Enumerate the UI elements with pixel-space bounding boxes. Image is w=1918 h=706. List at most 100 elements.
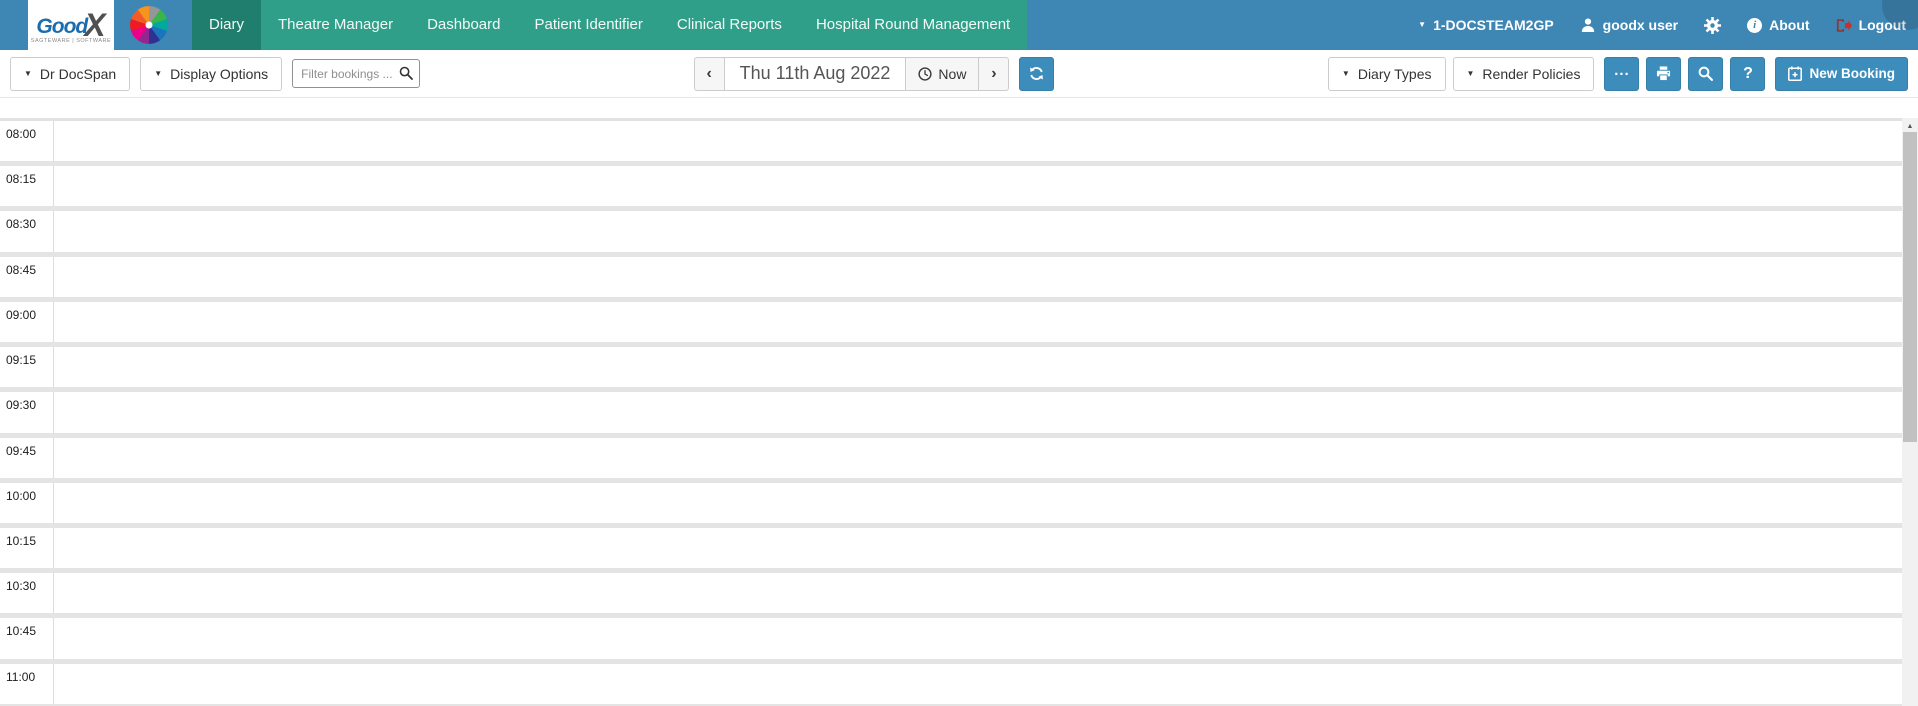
time-slot-row: 10:00	[0, 482, 1902, 528]
user-menu[interactable]: goodx user	[1580, 17, 1678, 33]
info-icon: i	[1747, 17, 1763, 33]
date-navigation: ‹ Thu 11th Aug 2022 Now ›	[693, 56, 1055, 91]
nav-item-diary[interactable]: Diary	[192, 0, 262, 50]
logout-icon	[1836, 18, 1852, 33]
booking-area[interactable]	[54, 392, 1902, 432]
ellipsis-icon: ...	[1614, 62, 1630, 79]
doctor-selector-label: Dr DocSpan	[39, 65, 117, 82]
booking-area[interactable]	[54, 618, 1902, 658]
settings-button[interactable]	[1704, 16, 1722, 34]
time-label: 08:30	[0, 211, 54, 252]
toolbar-right: ▼ Diary Types ▼ Render Policies ... ? Ne…	[1327, 56, 1908, 91]
about-button[interactable]: i About	[1747, 17, 1810, 33]
time-label: 10:00	[0, 482, 54, 523]
main-nav: Diary Theatre Manager Dashboard Patient Ide…	[192, 0, 1028, 50]
time-label: 08:15	[0, 166, 54, 207]
time-label: 09:00	[0, 301, 54, 343]
booking-area[interactable]	[54, 528, 1902, 568]
now-button[interactable]: Now	[905, 56, 980, 91]
search-icon	[399, 66, 414, 80]
time-slot-row: 08:45	[0, 256, 1902, 302]
chevron-right-icon: ›	[991, 64, 997, 82]
refresh-button[interactable]	[1019, 56, 1055, 91]
doctor-selector-button[interactable]: ▼ Dr DocSpan	[10, 56, 131, 91]
booking-area[interactable]	[54, 347, 1902, 387]
time-label: 08:45	[0, 256, 54, 297]
caret-down-icon: ▼	[154, 68, 163, 78]
search-button[interactable]	[1688, 56, 1724, 91]
current-date-label: Thu 11th Aug 2022	[739, 63, 891, 83]
new-booking-button[interactable]: New Booking	[1775, 56, 1908, 91]
toolbar-left: ▼ Dr DocSpan ▼ Display Options	[10, 56, 421, 91]
logo-text-x: X	[84, 6, 106, 43]
date-button-group: ‹ Thu 11th Aug 2022 Now ›	[693, 56, 1010, 91]
next-day-button[interactable]: ›	[978, 56, 1010, 91]
time-label: 09:30	[0, 392, 54, 433]
booking-area[interactable]	[54, 121, 1902, 161]
booking-area[interactable]	[54, 166, 1902, 206]
booking-area[interactable]	[54, 211, 1902, 251]
display-options-label: Display Options	[170, 65, 269, 82]
booking-area[interactable]	[54, 257, 1902, 297]
nav-item-hospital-round-management[interactable]: Hospital Round Management	[799, 0, 1027, 50]
display-options-button[interactable]: ▼ Display Options	[140, 56, 283, 91]
nav-item-clinical-reports[interactable]: Clinical Reports	[660, 0, 799, 50]
now-label: Now	[938, 65, 967, 82]
current-date-button[interactable]: Thu 11th Aug 2022	[723, 56, 907, 91]
time-slot-row: 08:15	[0, 166, 1902, 212]
time-slot-row: 09:45	[0, 437, 1902, 483]
diary-toolbar: ▼ Dr DocSpan ▼ Display Options ‹ Thu 11t…	[0, 50, 1918, 98]
caret-down-icon: ▼	[1466, 68, 1475, 78]
gear-icon	[1704, 16, 1722, 34]
logo-text-good: Good	[36, 14, 88, 38]
caret-down-icon: ▼	[1341, 68, 1350, 78]
time-slot-row: 10:30	[0, 573, 1902, 619]
user-icon	[1580, 17, 1596, 33]
entity-selector[interactable]: ▼ 1-DOCSTEAM2GP	[1418, 17, 1554, 33]
time-slot-row: 08:00	[0, 121, 1902, 167]
time-label: 09:15	[0, 347, 54, 388]
time-label: 09:45	[0, 437, 54, 478]
render-policies-button[interactable]: ▼ Render Policies	[1452, 56, 1595, 91]
goodx-logo[interactable]: Good X SAGTEWARE | SOFTWARE	[28, 0, 114, 50]
logo-tagline: SAGTEWARE | SOFTWARE	[30, 37, 112, 44]
previous-day-button[interactable]: ‹	[693, 56, 725, 91]
diary-types-button[interactable]: ▼ Diary Types	[1327, 56, 1446, 91]
nav-item-theatre-manager[interactable]: Theatre Manager	[261, 0, 410, 50]
time-slot-row: 10:15	[0, 527, 1902, 574]
chevron-left-icon: ‹	[706, 64, 712, 82]
time-slot-row: 09:30	[0, 392, 1902, 438]
scrollbar-thumb[interactable]	[1903, 132, 1917, 442]
vertical-scrollbar[interactable]: ▲	[1902, 118, 1918, 706]
clock-icon	[918, 66, 933, 81]
filter-bookings-field	[292, 59, 421, 88]
time-slot-row: 11:00	[0, 663, 1902, 706]
booking-area[interactable]	[54, 573, 1902, 613]
time-slot-row: 09:15	[0, 347, 1902, 393]
user-name-label: goodx user	[1602, 17, 1679, 33]
booking-area[interactable]	[54, 483, 1902, 523]
nav-item-patient-identifier[interactable]: Patient Identifier	[517, 0, 659, 50]
more-options-button[interactable]: ...	[1604, 56, 1640, 91]
entity-label: 1-DOCSTEAM2GP	[1433, 17, 1554, 33]
time-slot-row: 08:30	[0, 211, 1902, 257]
printer-icon	[1656, 66, 1671, 81]
booking-area[interactable]	[54, 438, 1902, 478]
booking-area[interactable]	[54, 302, 1902, 342]
help-button[interactable]: ?	[1730, 56, 1766, 91]
up-arrow-icon: ▲	[1906, 123, 1914, 130]
print-button[interactable]	[1646, 56, 1682, 91]
render-policies-label: Render Policies	[1482, 65, 1581, 82]
time-label: 10:15	[0, 527, 54, 569]
time-label: 11:00	[0, 663, 54, 704]
booking-area[interactable]	[54, 664, 1902, 704]
color-wheel-icon[interactable]	[130, 6, 168, 44]
time-label: 08:00	[0, 121, 54, 162]
calendar-grid: 08:00 08:15 08:30 08:45 09:00 09:15 09:3…	[0, 118, 1902, 706]
refresh-icon	[1029, 66, 1044, 81]
caret-down-icon: ▼	[1418, 20, 1427, 29]
time-slot-row: 09:00	[0, 301, 1902, 348]
nav-item-dashboard[interactable]: Dashboard	[410, 0, 517, 50]
time-label: 10:30	[0, 573, 54, 614]
